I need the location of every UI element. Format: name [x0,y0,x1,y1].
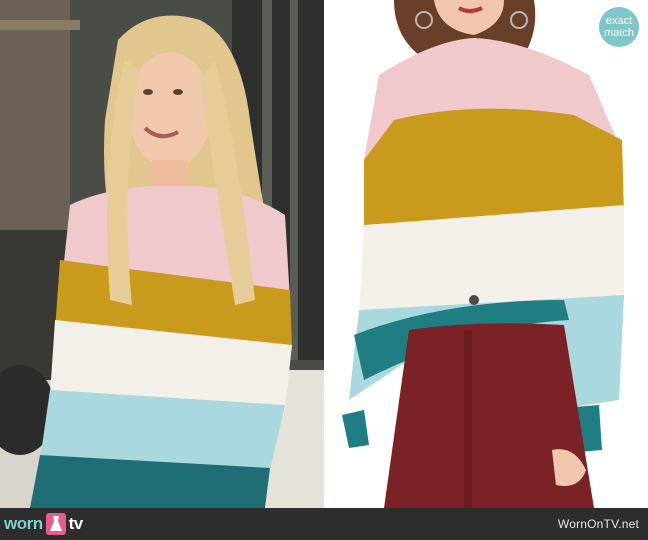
logo-text-tv: tv [68,514,84,533]
exact-match-badge: exact match [599,7,639,47]
badge-line-1: exact [605,15,633,27]
product-photo [324,0,648,508]
product-illustration [324,0,648,508]
badge-line-2: match [604,27,634,39]
tv-still-photo [0,0,324,508]
wornontv-logo[interactable]: worn tv [4,512,83,536]
site-url[interactable]: WornOnTV.net [558,517,639,531]
footer-bar: worn tv WornOnTV.net [0,508,648,540]
logo-text-worn: worn [4,514,43,533]
tv-still-illustration [0,0,324,508]
dress-icon [45,513,66,535]
